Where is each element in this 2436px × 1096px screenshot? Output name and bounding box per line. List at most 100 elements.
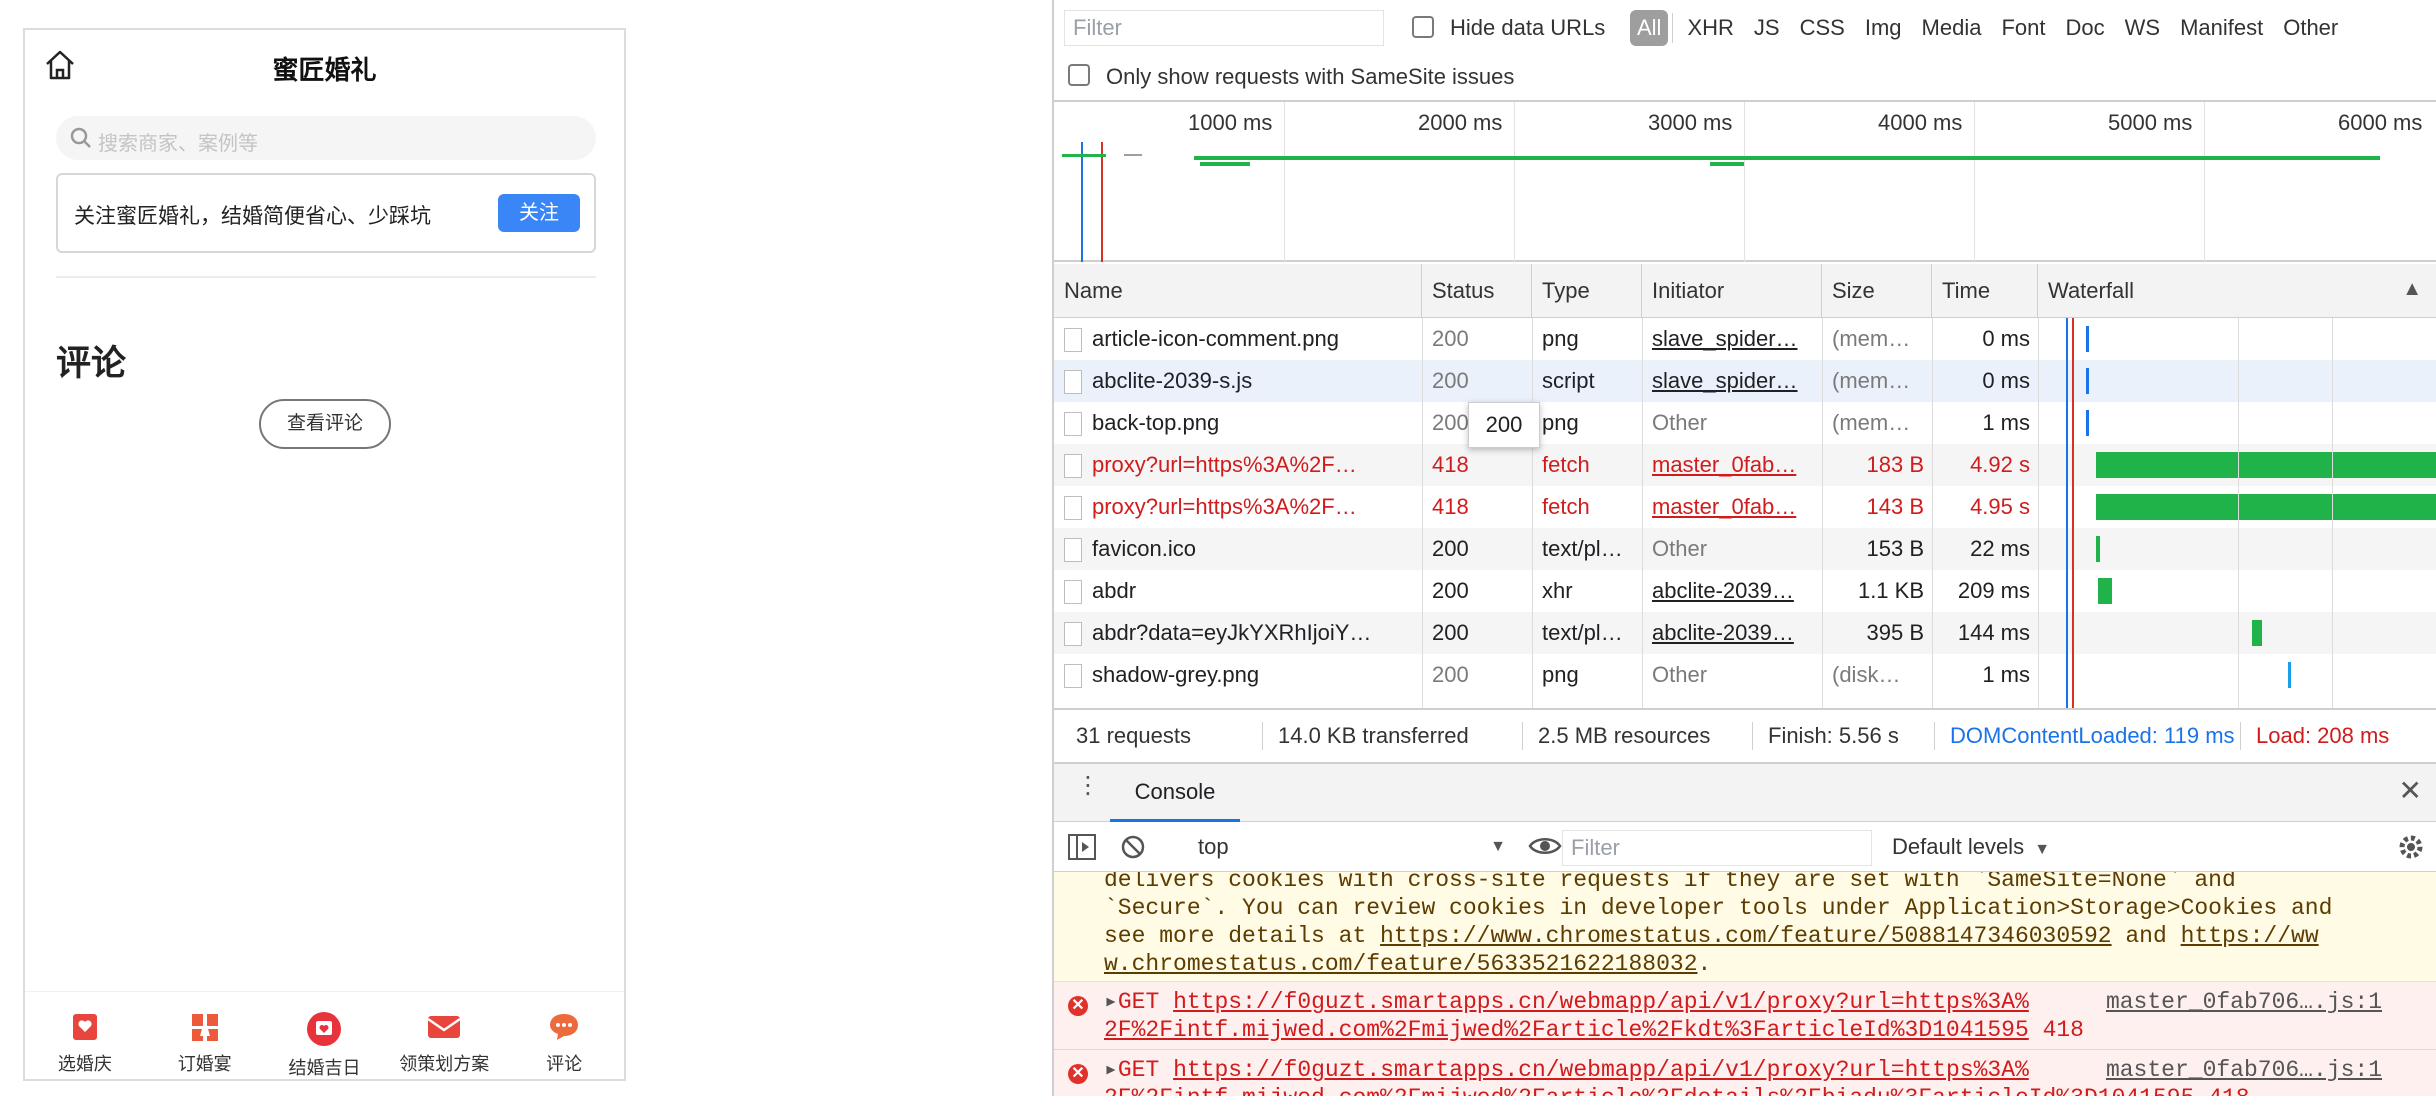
close-icon[interactable]: ✕	[2399, 776, 2422, 806]
clear-console-icon[interactable]	[1120, 834, 1146, 860]
view-comments-button[interactable]: 查看评论	[259, 399, 391, 449]
error-code: 418	[2042, 1017, 2084, 1043]
context-select[interactable]: top ▼	[1198, 830, 1518, 864]
request-initiator[interactable]: abclite-2039…	[1642, 612, 1822, 654]
image-file-icon	[1064, 622, 1082, 647]
tab-plan[interactable]: 领策划方案	[384, 992, 504, 1079]
hide-data-urls-checkbox[interactable]	[1412, 16, 1434, 38]
column-divider	[2038, 318, 2039, 708]
filter-media[interactable]: Media	[1912, 10, 1992, 46]
network-filter-input[interactable]: Filter	[1064, 10, 1384, 46]
finish-time: Finish: 5.56 s	[1768, 723, 1899, 748]
chromestatus-link[interactable]: https://ww	[2181, 923, 2319, 949]
error-url[interactable]: 2F%2Fintf.mijwed.com%2Fmijwed%2Farticle%…	[1104, 1017, 2029, 1043]
request-initiator: Other	[1652, 536, 1708, 561]
context-value: top	[1198, 834, 1229, 859]
filter-all[interactable]: All	[1630, 10, 1669, 46]
waterfall-bar	[2086, 326, 2089, 352]
expand-arrow-icon[interactable]: ▸	[1104, 989, 1118, 1015]
table-row[interactable]: article-icon-comment.png 200 png slave_s…	[1054, 318, 2436, 360]
tab-label: 评论	[546, 1054, 583, 1074]
expand-arrow-icon[interactable]: ▸	[1104, 1057, 1118, 1083]
column-time[interactable]: Time	[1932, 264, 2038, 318]
column-divider	[1422, 318, 1423, 708]
image-file-icon	[1064, 328, 1082, 353]
envelope-icon	[427, 1016, 461, 1038]
console-toolbar: top ▼ Filter Default levels ▼	[1054, 822, 2436, 872]
filter-xhr[interactable]: XHR	[1677, 10, 1743, 46]
column-size[interactable]: Size	[1822, 264, 1932, 318]
filter-img[interactable]: Img	[1855, 10, 1912, 46]
search-input[interactable]: 搜索商家、案例等	[56, 116, 596, 160]
request-size: 1.1 KB	[1857, 578, 1924, 603]
request-time: 0 ms	[1982, 326, 2030, 351]
table-row[interactable]: abdr?data=eyJkYXRhIjoiY… 200 text/pl… ab…	[1054, 612, 2436, 654]
request-name: back-top.png	[1092, 410, 1220, 435]
tab-auspicious-day[interactable]: 结婚吉日	[265, 992, 385, 1079]
mobile-preview: 蜜匠婚礼 搜索商家、案例等 关注蜜匠婚礼，结婚简便省心、少踩坑 关注 评论 查看…	[23, 28, 626, 1081]
samesite-label: Only show requests with SameSite issues	[1106, 64, 1515, 89]
request-initiator[interactable]: slave_spider…	[1642, 360, 1822, 402]
column-name[interactable]: Name	[1054, 264, 1422, 318]
table-row[interactable]: proxy?url=https%3A%2F… 418 fetch master_…	[1054, 486, 2436, 528]
dom-content-loaded-line	[2066, 318, 2068, 708]
request-time: 4.95 s	[1970, 494, 2030, 519]
table-row[interactable]: abclite-2039-s.js 200 script slave_spide…	[1054, 360, 2436, 402]
table-row[interactable]: proxy?url=https%3A%2F… 418 fetch master_…	[1054, 444, 2436, 486]
console-filter-input[interactable]: Filter	[1562, 830, 1872, 866]
filter-manifest[interactable]: Manifest	[2170, 10, 2273, 46]
eye-icon[interactable]	[1528, 834, 1562, 858]
request-initiator[interactable]: master_0fab…	[1642, 444, 1822, 486]
waterfall-bar	[2098, 578, 2112, 604]
error-source-link[interactable]: master_0fab706….js:1	[2106, 1056, 2382, 1084]
table-row[interactable]: favicon.ico 200 text/pl… Other 153 B 22 …	[1054, 528, 2436, 570]
network-filter-bar: Filter Hide data URLs All XHR JS CSS Img…	[1054, 0, 2436, 56]
resources-size: 2.5 MB resources	[1538, 723, 1711, 748]
network-overview[interactable]: 1000 ms 2000 ms 3000 ms 4000 ms 5000 ms …	[1054, 100, 2436, 262]
chromestatus-link[interactable]: https://www.chromestatus.com/feature/508…	[1380, 923, 2112, 949]
follow-button[interactable]: 关注	[498, 194, 580, 232]
request-size: 153 B	[1866, 536, 1925, 561]
table-row[interactable]: shadow-grey.png 200 png Other (disk… 1 m…	[1054, 654, 2436, 696]
tab-console[interactable]: Console	[1110, 764, 1240, 822]
network-summary: 31 requests 14.0 KB transferred 2.5 MB r…	[1054, 708, 2436, 764]
gear-icon[interactable]	[2396, 832, 2426, 862]
waterfall-bar	[2096, 452, 2436, 478]
filter-ws[interactable]: WS	[2115, 10, 2170, 46]
filter-doc[interactable]: Doc	[2055, 10, 2114, 46]
filter-other[interactable]: Other	[2273, 10, 2348, 46]
request-type: png	[1542, 410, 1579, 435]
column-status[interactable]: Status	[1422, 264, 1532, 318]
error-url[interactable]: 2F%2Fintf.mijwed.com%2Fmijwed%2Farticle%…	[1104, 1085, 2194, 1096]
filter-font[interactable]: Font	[1991, 10, 2055, 46]
column-initiator[interactable]: Initiator	[1642, 264, 1822, 318]
error-url[interactable]: https://f0guzt.smartapps.cn/webmapp/api/…	[1173, 989, 2029, 1015]
chromestatus-link[interactable]: w.chromestatus.com/feature/5633521622188…	[1104, 951, 1698, 977]
error-url[interactable]: https://f0guzt.smartapps.cn/webmapp/api/…	[1173, 1057, 2029, 1083]
error-source-link[interactable]: master_0fab706….js:1	[2106, 988, 2382, 1016]
more-options-icon[interactable]: ⋮	[1076, 774, 1100, 798]
sidebar-toggle-icon[interactable]	[1068, 834, 1096, 860]
sort-ascending-icon[interactable]: ▲	[2402, 278, 2422, 301]
column-waterfall[interactable]: Waterfall	[2038, 264, 2436, 318]
tab-choose-wedding[interactable]: 选婚庆	[25, 992, 145, 1079]
log-levels-select[interactable]: Default levels ▼	[1892, 830, 2050, 867]
table-row[interactable]: abdr 200 xhr abclite-2039… 1.1 KB 209 ms	[1054, 570, 2436, 612]
tab-label: 选婚庆	[57, 1054, 112, 1074]
divider	[1934, 722, 1935, 750]
filter-css[interactable]: CSS	[1790, 10, 1855, 46]
column-divider	[1642, 318, 1643, 708]
tab-comments[interactable]: 评论	[504, 992, 624, 1079]
banquet-icon	[191, 1014, 218, 1041]
tab-label: 结婚吉日	[288, 1058, 361, 1078]
table-row[interactable]: back-top.png 200 png Other (mem… 1 ms	[1054, 402, 2436, 444]
samesite-checkbox[interactable]	[1068, 64, 1090, 86]
request-initiator[interactable]: master_0fab…	[1642, 486, 1822, 528]
column-type[interactable]: Type	[1532, 264, 1642, 318]
request-initiator[interactable]: abclite-2039…	[1642, 570, 1822, 612]
request-status: 200	[1432, 620, 1469, 645]
tab-banquet[interactable]: 订婚宴	[145, 992, 265, 1079]
filter-js[interactable]: JS	[1744, 10, 1790, 46]
error-code: 418	[2208, 1085, 2249, 1096]
request-initiator[interactable]: slave_spider…	[1642, 318, 1822, 360]
